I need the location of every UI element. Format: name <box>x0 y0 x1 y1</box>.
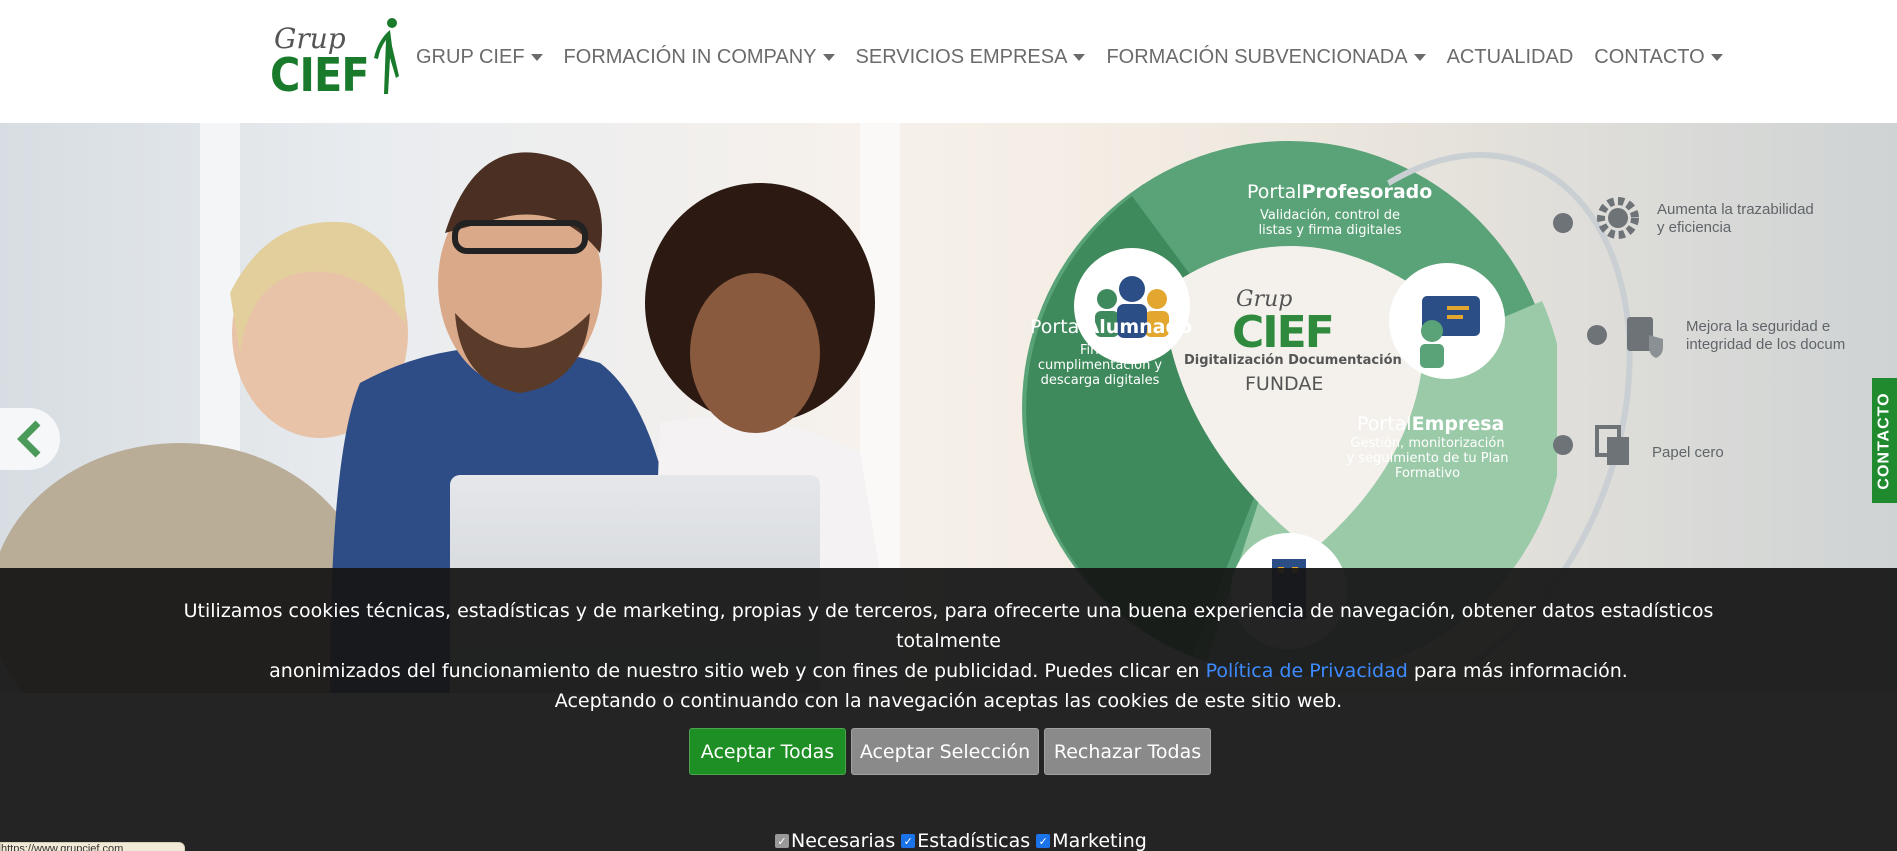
cookie-banner: Utilizamos cookies técnicas, estadística… <box>0 568 1897 851</box>
portal-alumnado-title: PortalAlumnado <box>1030 316 1193 338</box>
secure-document-icon <box>1627 317 1663 358</box>
chevron-down-icon <box>1413 54 1426 61</box>
gear-icon <box>1597 197 1639 239</box>
checkbox-checked-icon: ✓ <box>775 834 789 848</box>
checkbox-necesarias[interactable]: ✓ Necesarias <box>775 830 895 851</box>
accept-all-button[interactable]: Aceptar Todas <box>689 728 846 775</box>
chevron-left-icon <box>17 420 41 458</box>
portal-alumnado-desc: Firma, cumplimentación y descarga digitale… <box>1037 343 1163 388</box>
cookie-text: Utilizamos cookies técnicas, estadística… <box>183 600 1714 712</box>
main-nav: GRUP CIEF FORMACIÓN IN COMPANY SERVICIOS… <box>416 46 1744 69</box>
chevron-down-icon <box>822 54 835 61</box>
nav-formacion-subvencionada[interactable]: FORMACIÓN SUBVENCIONADA <box>1106 46 1426 69</box>
logo-cief-text: CIEF <box>270 48 370 102</box>
checkbox-checked-icon: ✓ <box>901 834 916 848</box>
browser-status-url: https://www.grupcief.com <box>0 842 185 851</box>
nav-contacto[interactable]: CONTACTO <box>1594 46 1723 69</box>
cookie-checkboxes: ✓ Necesarias ✓ Estadísticas ✓ Marketing <box>775 830 1147 851</box>
checkbox-checked-icon: ✓ <box>1036 834 1051 848</box>
nav-servicios-empresa[interactable]: SERVICIOS EMPRESA <box>856 46 1086 69</box>
benefit-dot <box>1553 213 1573 233</box>
benefit-papel-cero: Papel cero <box>1652 444 1724 461</box>
grup-cief-logo[interactable]: Grup CIEF <box>270 18 400 100</box>
site-header: Grup CIEF GRUP CIEF FORMACIÓN IN COMPANY… <box>0 0 1897 123</box>
slider-prev-button[interactable] <box>0 408 60 470</box>
nav-actualidad[interactable]: ACTUALIDAD <box>1447 46 1574 69</box>
reject-all-button[interactable]: Rechazar Todas <box>1044 728 1211 775</box>
benefit-dot <box>1553 435 1573 455</box>
privacy-policy-link[interactable]: Política de Privacidad <box>1206 660 1408 682</box>
chevron-down-icon <box>530 54 543 61</box>
benefit-seguridad: Mejora la seguridad e integridad de los d… <box>1686 318 1846 353</box>
logo-figure-icon <box>374 18 399 94</box>
accept-selection-button[interactable]: Aceptar Selección <box>851 728 1039 775</box>
chevron-down-icon <box>1073 54 1086 61</box>
documents-icon <box>1595 425 1629 465</box>
chevron-down-icon <box>1710 54 1723 61</box>
nav-grup-cief[interactable]: GRUP CIEF <box>416 46 543 69</box>
benefit-dot <box>1587 325 1607 345</box>
contact-side-tab[interactable]: CONTACTO <box>1872 378 1897 503</box>
nav-formacion-in-company[interactable]: FORMACIÓN IN COMPANY <box>564 46 835 69</box>
benefit-trazabilidad: Aumenta la trazabilidad y eficiencia <box>1657 201 1814 236</box>
checkbox-marketing[interactable]: ✓ Marketing <box>1036 830 1147 851</box>
checkbox-estadisticas[interactable]: ✓ Estadísticas <box>901 830 1030 851</box>
